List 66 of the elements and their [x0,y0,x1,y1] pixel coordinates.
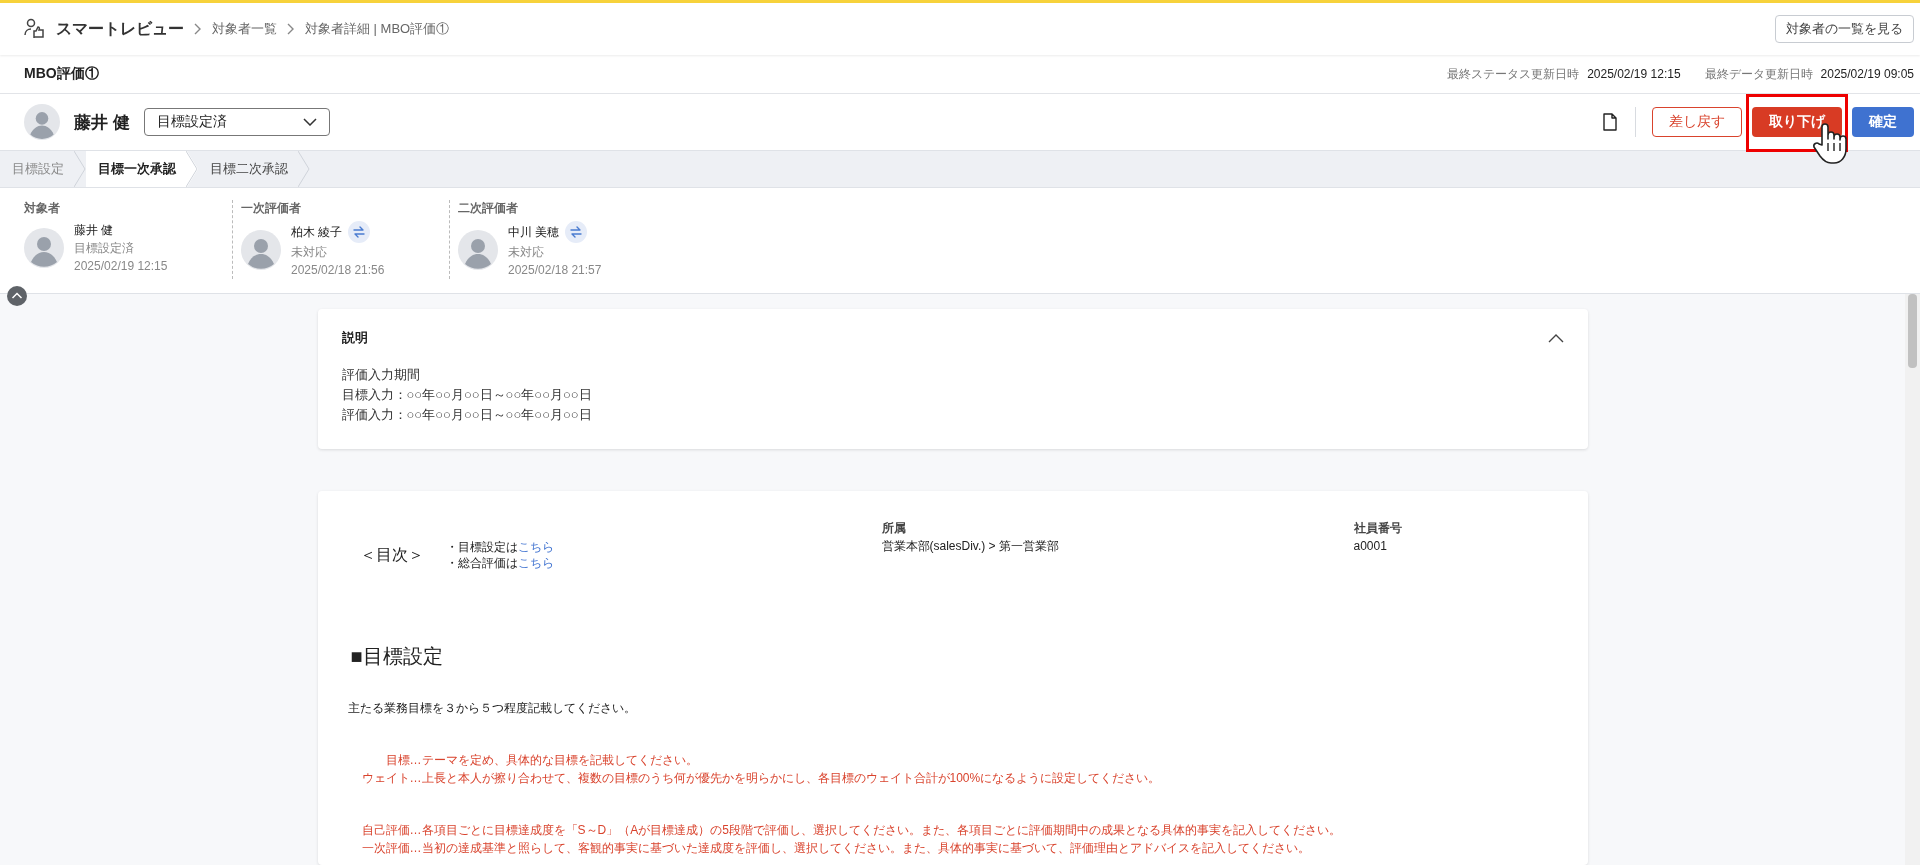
evaluator-time: 2025/02/19 12:15 [74,258,168,275]
meta-label: 最終データ更新日時 [1704,65,1813,83]
section-title: ■目標設定 [349,644,444,669]
toc-text: ・総合評価は [445,556,518,570]
evaluator-name: 柏木 綾子 [291,224,343,241]
app-logo-icon [24,18,46,40]
status-select[interactable]: 目標設定済 [143,108,330,136]
role-label: 一次評価者 [241,200,302,217]
meta-label: 最終ステータス更新日時 [1447,65,1580,83]
toc-label: ＜目次＞ [359,544,424,565]
chevron-right-icon [287,23,295,35]
meta-value: 2025/02/19 12:15 [1587,67,1681,81]
collapse-button[interactable] [7,286,27,306]
chevron-up-icon[interactable] [1547,333,1564,343]
step-tab[interactable]: 目標一次承認 [86,151,198,187]
avatar [458,230,498,270]
action-button[interactable]: 確定 [1852,107,1914,137]
evaluator-status: 未対応 [291,244,328,261]
evaluator-name: 中川 美穂 [508,224,560,241]
field-label: 社員番号 [1353,520,1402,537]
role-label: 対象者 [24,200,61,217]
list-button[interactable]: 対象者の一覧を見る [1775,15,1914,43]
breadcrumb-item[interactable]: 対象者一覧 [212,20,277,38]
swap-icon[interactable] [348,221,371,243]
note-line: ウェイト…上長と本人が擦り合わせて、複数の目標のうち何が優先かを明らかにし、各目標のウェイト合計が100%になるように設定してください。 [361,770,1162,787]
description-line: 目標入力：○○年○○月○○日～○○年○○月○○日 [341,386,593,404]
scrollbar[interactable] [1905,294,1920,865]
role-label: 二次評価者 [458,200,519,217]
step-divider [74,151,86,187]
breadcrumb-item: 対象者詳細 | MBO評価① [305,20,450,38]
step-tab[interactable]: 目標二次承認 [198,151,310,187]
swap-icon[interactable] [565,221,588,243]
toc-link[interactable]: こちら [517,540,554,554]
field-label: 所属 [881,520,907,537]
step-divider [186,151,198,187]
person-name: 藤井 健 [74,111,130,134]
step-tab[interactable]: 目標設定 [0,151,86,187]
instruction-text: 主たる業務目標を３から５つ程度記載してください。 [347,700,637,717]
evaluator-time: 2025/02/18 21:57 [508,262,602,279]
note-line: 目標…テーマを定め、具体的な目標を記載してください。 [384,752,699,769]
toc-link[interactable]: こちら [517,556,554,570]
avatar [24,104,60,140]
description-line: 評価入力期間 [341,366,421,384]
description-line: 評価入力：○○年○○月○○日～○○年○○月○○日 [341,406,593,424]
page-title: MBO評価① [24,65,99,83]
evaluator-status: 未対応 [508,244,545,261]
evaluator-name: 藤井 健 [74,222,114,239]
evaluator-time: 2025/02/18 21:56 [291,262,385,279]
meta-value: 2025/02/19 09:05 [1820,67,1914,81]
avatar [24,228,64,268]
action-button[interactable]: 取り下げ [1752,107,1842,137]
note-line: 自己評価…各項目ごとに目標達成度を「S～D」（Aが目標達成）の5段階で評価し、選択してください。また、各項目ごとに評価期間中の成果となる具体的事実を記入してください。 [361,822,1342,839]
step-divider [298,151,310,187]
action-button[interactable]: 差し戻す [1652,107,1742,137]
avatar [241,230,281,270]
field-value: 営業本部(salesDiv.) > 第一営業部 [881,538,1060,555]
chevron-down-icon [302,118,317,126]
note-line: 一次評価…当初の達成基準と照らして、客観的事実に基づいた達成度を評価し、選択してください。また、具体的事実に基づいて、評価理由とアドバイスを記入してください。 [361,840,1311,857]
evaluator-status: 目標設定済 [74,240,135,257]
card-title: 説明 [341,329,368,347]
field-value: a0001 [1353,538,1388,555]
document-icon[interactable] [1603,113,1617,131]
scrollbar-thumb[interactable] [1908,294,1917,368]
toc-text: ・目標設定は [445,540,518,554]
app-name[interactable]: スマートレビュー [56,18,184,40]
chevron-right-icon [194,23,202,35]
